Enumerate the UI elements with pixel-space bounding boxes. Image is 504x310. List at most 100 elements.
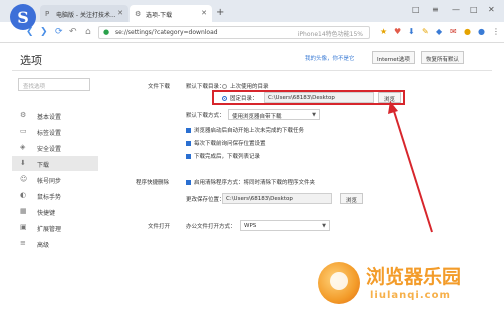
- sidebar-item-gestures[interactable]: ◐ 鼠标手势: [12, 188, 98, 203]
- undo-icon[interactable]: ↶: [69, 27, 77, 37]
- checkbox-checked[interactable]: [186, 180, 191, 185]
- address-bar: ❮ ❯ ⟳ ↶ ⌂ ● se://settings/?category=down…: [0, 22, 504, 43]
- url-text: se://settings/?category=download: [115, 29, 218, 36]
- tab-1[interactable]: P 电脑版 - 关注打技术... ✕: [40, 5, 128, 22]
- sidebar-item-basic[interactable]: ⚙ 基本设置: [12, 108, 98, 123]
- sidebar-item-security[interactable]: ◈ 安全设置: [12, 140, 98, 155]
- office-open-select[interactable]: WPS ▼: [240, 220, 330, 231]
- watermark-subtext: liulanqi.com: [370, 290, 451, 301]
- checkbox-checked[interactable]: [186, 154, 191, 159]
- sidebar-item-advanced[interactable]: ≡ 高级: [12, 236, 98, 251]
- forward-icon[interactable]: ❯: [40, 27, 48, 37]
- divider: [12, 70, 492, 71]
- sidebar-item-label: 基本设置: [37, 114, 62, 121]
- browser-logo[interactable]: S: [10, 4, 36, 30]
- section-label-fileopen: 文件打开: [148, 224, 171, 230]
- more-icon[interactable]: ⋮: [492, 27, 500, 36]
- chevron-down-icon: ▼: [322, 223, 326, 229]
- download-icon: ⬇: [20, 159, 26, 167]
- checkbox-checked[interactable]: [186, 141, 191, 146]
- method-label: 默认下载方式：: [186, 113, 225, 119]
- sidebar-item-label: 安全设置: [37, 146, 62, 153]
- internet-options-button[interactable]: Internet选项: [372, 51, 415, 64]
- maximize-icon[interactable]: □: [470, 5, 478, 14]
- keyboard-icon: ▦: [20, 207, 27, 215]
- checkbox-checked[interactable]: [186, 128, 191, 133]
- tab-1-label: 电脑版 - 关注打技术...: [56, 12, 116, 19]
- secure-icon: ●: [103, 28, 110, 36]
- new-tab-button[interactable]: +: [216, 7, 224, 18]
- save-dir-label: 默认下载目录：: [186, 84, 225, 90]
- gear-icon: ⚙: [135, 10, 142, 18]
- heart-icon[interactable]: ♥: [394, 27, 401, 36]
- option-record-list[interactable]: 下载完成后，下载列表记录: [186, 152, 260, 160]
- refresh-icon[interactable]: ⟳: [55, 27, 63, 37]
- option-resume[interactable]: 浏览器启动后自动开始上次未完成的下载任务: [186, 126, 304, 134]
- sidebar-item-download[interactable]: ⬇ 下载: [12, 156, 98, 171]
- watermark-logo: [318, 262, 360, 304]
- option-label: 启用清除程序方式：将同时清除下载的程序文件夹: [194, 180, 316, 186]
- download-method-select[interactable]: 使用浏览器自带下载 ▼: [228, 109, 320, 120]
- watermark-text: 浏览器乐园: [366, 266, 462, 288]
- sidebar-item-tabs[interactable]: ▭ 标签设置: [12, 124, 98, 139]
- office-open-value: WPS: [244, 223, 257, 229]
- advanced-icon: ≡: [20, 239, 26, 247]
- game-icon[interactable]: ●: [464, 27, 471, 36]
- option-label: 浏览器启动后自动开始上次未完成的下载任务: [194, 128, 305, 134]
- sidebar-item-sync[interactable]: ☺ 帐号同步: [12, 172, 98, 187]
- section-label-cleanup: 程序快捷删除: [136, 180, 170, 186]
- close-window-icon[interactable]: ✕: [488, 5, 495, 14]
- sidebar-item-label: 鼠标手势: [37, 194, 62, 201]
- option-label: 下载完成后，下载列表记录: [194, 154, 261, 160]
- sidebar-item-label: 标签设置: [37, 130, 62, 137]
- highlight-box: [212, 90, 405, 105]
- sidebar-item-label: 快捷键: [37, 210, 56, 217]
- download-icon[interactable]: ⬇: [408, 27, 415, 36]
- page-title: 选项: [20, 54, 42, 67]
- wrench-icon[interactable]: ✎: [422, 27, 429, 36]
- extension-icon[interactable]: ◆: [436, 27, 442, 36]
- option-ask-location[interactable]: 每次下载前询问保存位置设置: [186, 139, 266, 147]
- title-bar: S P 电脑版 - 关注打技术... ✕ ⚙ 选项-下载 ✕ + □ ≡ — □…: [0, 0, 504, 30]
- mail-icon[interactable]: ✉: [450, 27, 457, 36]
- sidebar-item-label: 高级: [37, 242, 50, 249]
- cleanup-dir-field[interactable]: C:\Users\68183\Desktop: [222, 193, 332, 204]
- search-suggestion[interactable]: iPhone14特色功能15%: [298, 29, 363, 38]
- menu-icon[interactable]: ≡: [432, 5, 439, 14]
- page-icon: P: [45, 10, 50, 18]
- option-label: 每次下载前询问保存位置设置: [194, 141, 266, 147]
- url-input[interactable]: ● se://settings/?category=download iPhon…: [98, 26, 370, 39]
- option-cleanup[interactable]: 启用清除程序方式：将同时清除下载的程序文件夹: [186, 178, 315, 186]
- cleanup-dir-label: 更改保存位置：: [186, 197, 225, 203]
- section-label-download: 文件下载: [148, 84, 171, 90]
- tab-icon: ▭: [20, 127, 27, 135]
- radio-button[interactable]: [222, 84, 227, 89]
- star-icon[interactable]: ★: [380, 27, 387, 36]
- tab-2[interactable]: ⚙ 选项-下载 ✕: [130, 5, 212, 22]
- sidebar-item-shortcuts[interactable]: ▦ 快捷键: [12, 204, 98, 219]
- cleanup-browse-button[interactable]: 浏览: [340, 193, 364, 204]
- mouse-icon: ◐: [20, 191, 27, 199]
- app-icon[interactable]: ●: [478, 27, 485, 36]
- user-icon: ☺: [20, 175, 28, 183]
- chevron-down-icon: ▼: [312, 112, 316, 118]
- shield-icon: ◈: [20, 143, 26, 151]
- search-input[interactable]: 查找选项: [18, 78, 90, 91]
- sidebar-item-label: 扩展管理: [37, 226, 62, 233]
- home-icon[interactable]: ⌂: [85, 27, 91, 37]
- gear-icon: ⚙: [20, 111, 27, 119]
- close-icon[interactable]: ✕: [201, 9, 207, 17]
- download-method-value: 使用浏览器自带下载: [232, 114, 282, 120]
- radio-last-dir[interactable]: 上次使用的目录: [222, 82, 269, 90]
- minimize-icon[interactable]: —: [452, 5, 460, 14]
- office-open-label: 办公文件打开方式：: [186, 224, 236, 230]
- skin-icon[interactable]: □: [412, 5, 420, 14]
- restore-defaults-button[interactable]: 恢复所有默认: [421, 51, 465, 64]
- sidebar-item-extensions[interactable]: ▣ 扩展管理: [12, 220, 98, 235]
- tab-2-label: 选项-下载: [146, 12, 173, 19]
- extension-icon: ▣: [20, 223, 27, 231]
- close-icon[interactable]: ✕: [117, 9, 123, 17]
- sidebar-item-label: 下载: [37, 162, 50, 169]
- header-link[interactable]: 我的头像，你不是它: [305, 54, 355, 62]
- sidebar-item-label: 帐号同步: [37, 178, 62, 185]
